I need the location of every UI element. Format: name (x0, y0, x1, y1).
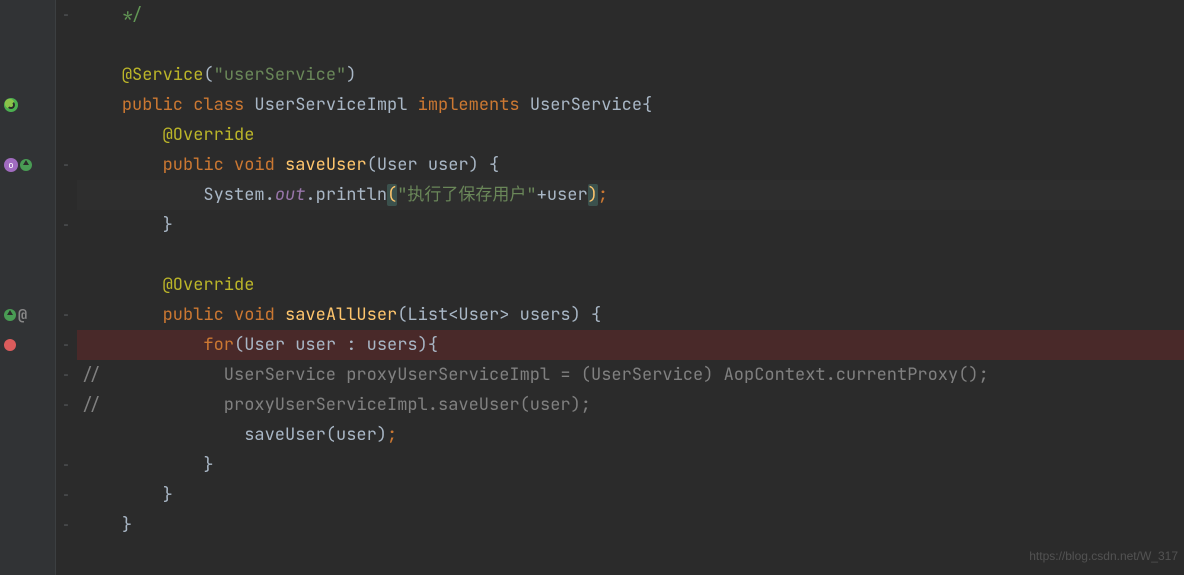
code-token: saveUser(user) (244, 424, 387, 446)
gutter-row[interactable] (0, 330, 55, 360)
annotation-icon[interactable]: @ (18, 308, 32, 322)
code-token: } (203, 454, 213, 476)
code-line[interactable]: public void saveAllUser(List<User> users… (77, 300, 1184, 330)
code-line[interactable]: @Override (77, 270, 1184, 300)
code-token: public class (122, 94, 255, 116)
code-token: public void (163, 154, 285, 176)
code-token: // proxyUserServiceImpl.saveUser(user); (81, 394, 591, 416)
breakpoint-icon[interactable] (4, 339, 16, 351)
code-line[interactable] (77, 240, 1184, 270)
fold-toggle-icon[interactable]: − (55, 0, 77, 30)
code-token: "执行了保存用户" (397, 184, 536, 206)
code-token: UserService{ (530, 94, 652, 116)
fold-toggle-icon[interactable]: − (55, 300, 77, 330)
code-line[interactable]: @Override (77, 120, 1184, 150)
code-token: ; (598, 184, 608, 206)
code-line[interactable]: } (77, 510, 1184, 540)
code-token: .println (305, 184, 387, 206)
spring-bean-icon[interactable] (4, 98, 18, 112)
fold-toggle-icon[interactable]: − (55, 210, 77, 240)
code-token: (List<User> users) { (397, 304, 601, 326)
code-token: for (203, 334, 234, 356)
watermark: https://blog.csdn.net/W_317 (1029, 541, 1178, 571)
code-area[interactable]: */ @Service("userService") public class … (77, 0, 1184, 570)
code-token: @Override (163, 274, 255, 296)
code-token: ; (387, 424, 397, 446)
fold-toggle-icon[interactable]: − (55, 480, 77, 510)
code-token: } (163, 484, 173, 506)
code-token: UserServiceImpl (254, 94, 417, 116)
code-token: ) (346, 64, 356, 86)
code-token: // UserService proxyUserServiceImpl = (U… (81, 364, 989, 386)
fold-toggle-icon[interactable]: − (55, 360, 77, 390)
code-token: @Service (122, 64, 204, 86)
code-token: ( (387, 184, 397, 206)
code-line[interactable]: */ (77, 0, 1184, 30)
code-line[interactable] (77, 30, 1184, 60)
gutter-row[interactable] (0, 90, 55, 120)
code-token: */ (122, 4, 142, 26)
code-token: (User user : users){ (234, 334, 438, 356)
code-token: @Override (163, 124, 255, 146)
code-line[interactable]: public class UserServiceImpl implements … (77, 90, 1184, 120)
implements-icon[interactable] (20, 159, 32, 171)
code-line[interactable]: // proxyUserServiceImpl.saveUser(user); (77, 390, 1184, 420)
code-line[interactable]: // UserService proxyUserServiceImpl = (U… (77, 360, 1184, 390)
code-token: +user (537, 184, 588, 206)
code-line[interactable] (77, 540, 1184, 570)
code-token: public void (163, 304, 285, 326)
code-line[interactable]: for(User user : users){ (77, 330, 1184, 360)
fold-toggle-icon[interactable]: − (55, 150, 77, 180)
fold-toggle-icon[interactable]: − (55, 330, 77, 360)
gutter-row[interactable]: @ (0, 300, 55, 330)
code-line[interactable]: } (77, 450, 1184, 480)
code-token: (User user) { (367, 154, 500, 176)
gutter-row[interactable]: o (0, 150, 55, 180)
code-token: out (275, 184, 306, 206)
code-line[interactable]: } (77, 480, 1184, 510)
code-line[interactable]: System.out.println("执行了保存用户"+user); (77, 180, 1184, 210)
code-token: saveUser (285, 154, 367, 176)
code-token: } (163, 214, 173, 236)
code-token: ) (588, 184, 598, 206)
code-line[interactable]: @Service("userService") (77, 60, 1184, 90)
fold-toggle-icon[interactable]: − (55, 450, 77, 480)
gutter (0, 0, 55, 575)
fold-toggle-icon[interactable]: − (55, 510, 77, 540)
code-token: } (122, 514, 132, 536)
code-token: ( (203, 64, 213, 86)
override-icon[interactable]: o (4, 158, 18, 172)
code-token: "userService" (214, 64, 347, 86)
code-line[interactable]: saveUser(user); (77, 420, 1184, 450)
code-line[interactable]: public void saveUser(User user) { (77, 150, 1184, 180)
code-token: System. (203, 184, 274, 206)
implements-icon[interactable] (4, 309, 16, 321)
fold-toggle-icon[interactable]: − (55, 390, 77, 420)
code-token: implements (418, 94, 530, 116)
code-token: saveAllUser (285, 304, 397, 326)
code-line[interactable]: } (77, 210, 1184, 240)
